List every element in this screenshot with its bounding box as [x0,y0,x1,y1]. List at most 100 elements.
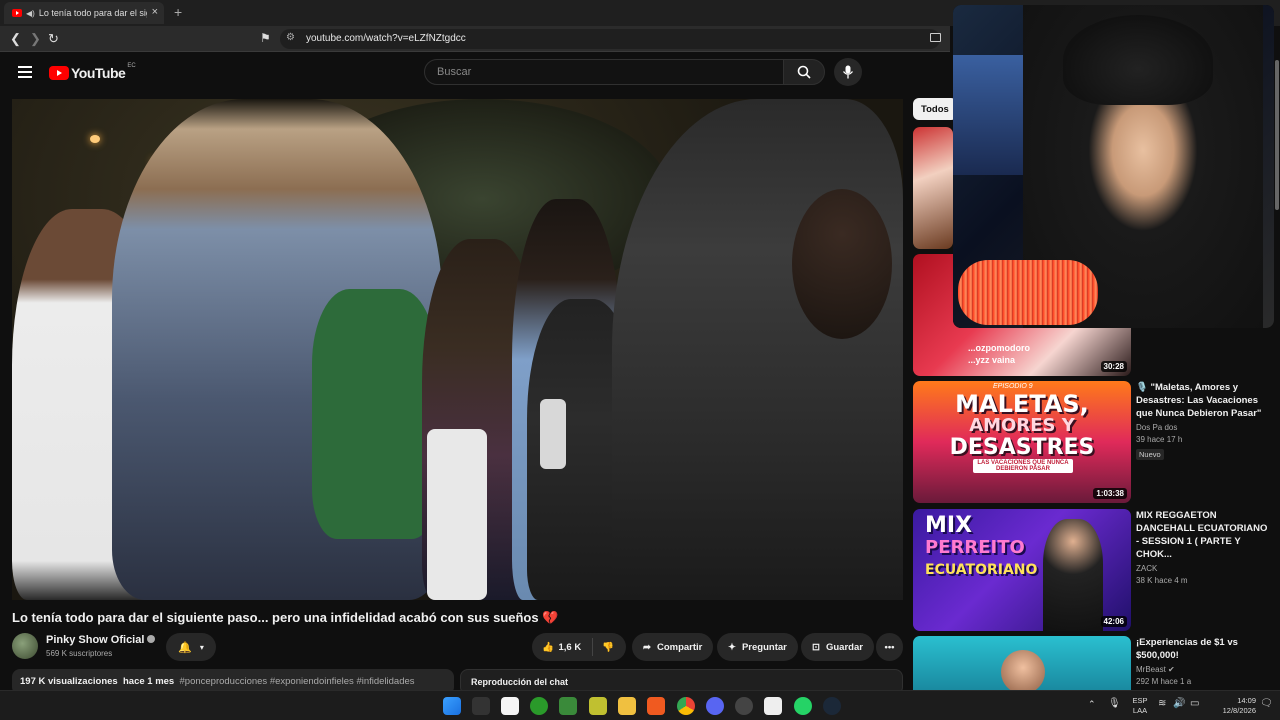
video-duration: 1:03:38 [1093,488,1127,499]
store-icon[interactable] [501,697,519,715]
like-divider [592,638,593,656]
recommendation-channel[interactable]: Dos Pa dos [1136,423,1268,432]
search-button[interactable] [783,59,825,85]
country-code: EC [127,63,136,69]
ask-button[interactable]: ✦ Preguntar [717,633,798,661]
bookmark-icon[interactable]: ⚑ [260,31,271,45]
language-top: ESP [1132,696,1148,705]
thumbs-up-icon: 👍 [542,641,554,653]
brave-browser-icon[interactable] [647,697,665,715]
capcut-icon[interactable] [764,697,782,715]
discord-icon[interactable] [706,697,724,715]
back-icon[interactable]: ❮ [10,31,21,47]
tab-title: Lo tenía todo para dar el siguiente paso… [38,8,147,18]
tab-close-icon[interactable]: × [152,6,158,18]
webcam-overlay [953,5,1274,328]
recommendation-channel-text[interactable]: MrBeast [1136,665,1166,674]
sparkle-icon: ✦ [728,641,736,653]
view-count: 197 K visualizaciones [20,676,118,687]
recommendation-channel[interactable]: MrBeast ✔ [1136,665,1268,674]
like-button[interactable]: 👍 1,6 K [542,642,581,653]
recommendation-info: MIX REGGAETON DANCEHALL ECUATORIANO - SE… [1136,509,1268,585]
channel-name[interactable]: Pinky Show Oficial [46,634,156,646]
minecraft-icon[interactable] [559,697,577,715]
recommendation-thumbnail[interactable] [913,636,1131,690]
recommendation-title[interactable]: MIX REGGAETON DANCEHALL ECUATORIANO - SE… [1136,509,1268,561]
thumbnail-overlay-line: ...ozpomodoro [968,343,1030,353]
verified-icon: ✔ [1168,665,1175,674]
microphone-light [958,260,1098,325]
tray-microphone-icon[interactable]: 🎙 [1108,698,1121,709]
webcam-hair [1063,15,1213,105]
site-info-icon[interactable]: ⚙ [286,32,295,43]
new-tab-button[interactable]: + [174,4,182,20]
video-duration: 30:28 [1100,361,1127,372]
recommendation-thumbnail[interactable]: EPISODIO 9 MALETAS, AMORES Y DESASTRES L… [913,381,1131,503]
new-badge: Nuevo [1136,449,1164,460]
chrome-icon[interactable] [677,697,695,715]
subscriber-count: 569 K suscriptores [46,649,113,658]
channel-avatar[interactable] [12,633,38,659]
address-bar-row: ❮ ❯ ↻ ⚑ ⚙ youtube.com/watch?v=eLZfNZtgdc… [0,26,950,52]
thumbnail-headline-line: MIX [925,513,973,538]
subscribed-bell-button[interactable]: 🔔 ▾ [166,633,216,661]
like-dislike-group: 👍 1,6 K 👎 [532,633,626,661]
menu-icon[interactable] [18,66,32,81]
tray-chevron-icon[interactable]: ⌃ [1088,699,1096,710]
search-input[interactable]: Buscar [424,59,784,85]
recommendation-title[interactable]: ¡Experiencias de $1 vs $500,000! [1136,636,1268,662]
thumbnail-subtitle: LAS VACACIONES QUE NUNCA DEBIERON PASAR [973,459,1073,473]
whatsapp-icon[interactable] [794,697,812,715]
search-placeholder: Buscar [437,66,472,78]
share-button[interactable]: ➦ Compartir [632,633,714,661]
video-duration: 42:06 [1100,616,1127,627]
wifi-icon[interactable]: ≋ [1158,698,1166,709]
recommendation-info: 🎙️ "Maletas, Amores y Desastres: Las Vac… [1136,381,1268,462]
video-player[interactable] [12,99,903,600]
chip-todos[interactable]: Todos [913,98,957,120]
recommendation-channel[interactable]: ZACK [1136,564,1268,573]
hashtags[interactable]: #ponceproducciones #exponiendoinfieles #… [180,676,415,687]
recommendation-thumbnail[interactable]: MIX PERREITO ECUATORIANO 42:06 [913,509,1131,631]
notification-icon[interactable]: 🗨 [1260,698,1273,709]
file-explorer-icon[interactable] [618,697,636,715]
reload-icon[interactable]: ↻ [48,31,59,47]
browser-tab[interactable]: ◀) Lo tenía todo para dar el siguiente p… [4,2,164,24]
game-app-icon[interactable] [589,697,607,715]
obs-icon[interactable] [735,697,753,715]
voice-search-button[interactable] [834,58,862,86]
language-indicator[interactable]: ESP LAA [1128,696,1152,716]
youtube-header: YouTube EC Buscar [0,53,950,93]
thumbnail-headline-line: PERREITO [925,537,1025,558]
video-frame-bottle [540,399,566,469]
thumbs-down-icon[interactable]: 👎 [602,642,614,653]
recommendation-title[interactable]: 🎙️ "Maletas, Amores y Desastres: Las Vac… [1136,381,1268,420]
youtube-logo[interactable]: YouTube EC [49,63,136,81]
forward-icon[interactable]: ❯ [30,31,41,47]
more-icon: ••• [884,641,895,653]
clock[interactable]: 14:09 12/8/2026 [1210,696,1256,716]
video-frame-light [90,135,100,143]
channel-name-text[interactable]: Pinky Show Oficial [46,634,144,646]
recommendation-meta: 39 hace 17 h [1136,435,1183,444]
channel-row: Pinky Show Oficial 569 K suscriptores 🔔 … [12,632,903,662]
page-scrollbar[interactable] [1275,60,1279,210]
windows-start-icon[interactable] [443,697,461,715]
youtube-play-icon [49,66,69,80]
recommendation-thumbnail[interactable] [913,127,953,249]
episode-label: EPISODIO 9 [993,383,1033,390]
bookmark-save-icon: ⊡ [812,641,820,653]
volume-icon[interactable]: 🔊 [1173,698,1185,709]
cast-icon[interactable] [930,33,941,42]
recommendation-info: ¡Experiencias de $1 vs $500,000! MrBeast… [1136,636,1268,686]
more-actions-button[interactable]: ••• [876,633,903,661]
thumbnail-headline-line: AMORES Y [969,415,1075,436]
widgets-icon[interactable] [472,697,490,715]
url-text[interactable]: youtube.com/watch?v=eLZfNZtgdcc [306,33,466,44]
speaker-icon[interactable]: ◀) [26,9,35,18]
save-button[interactable]: ⊡ Guardar [801,633,874,661]
battery-icon[interactable]: ▭ [1190,698,1199,709]
share-label: Compartir [656,641,703,653]
xbox-icon[interactable] [530,697,548,715]
steam-icon[interactable] [823,697,841,715]
